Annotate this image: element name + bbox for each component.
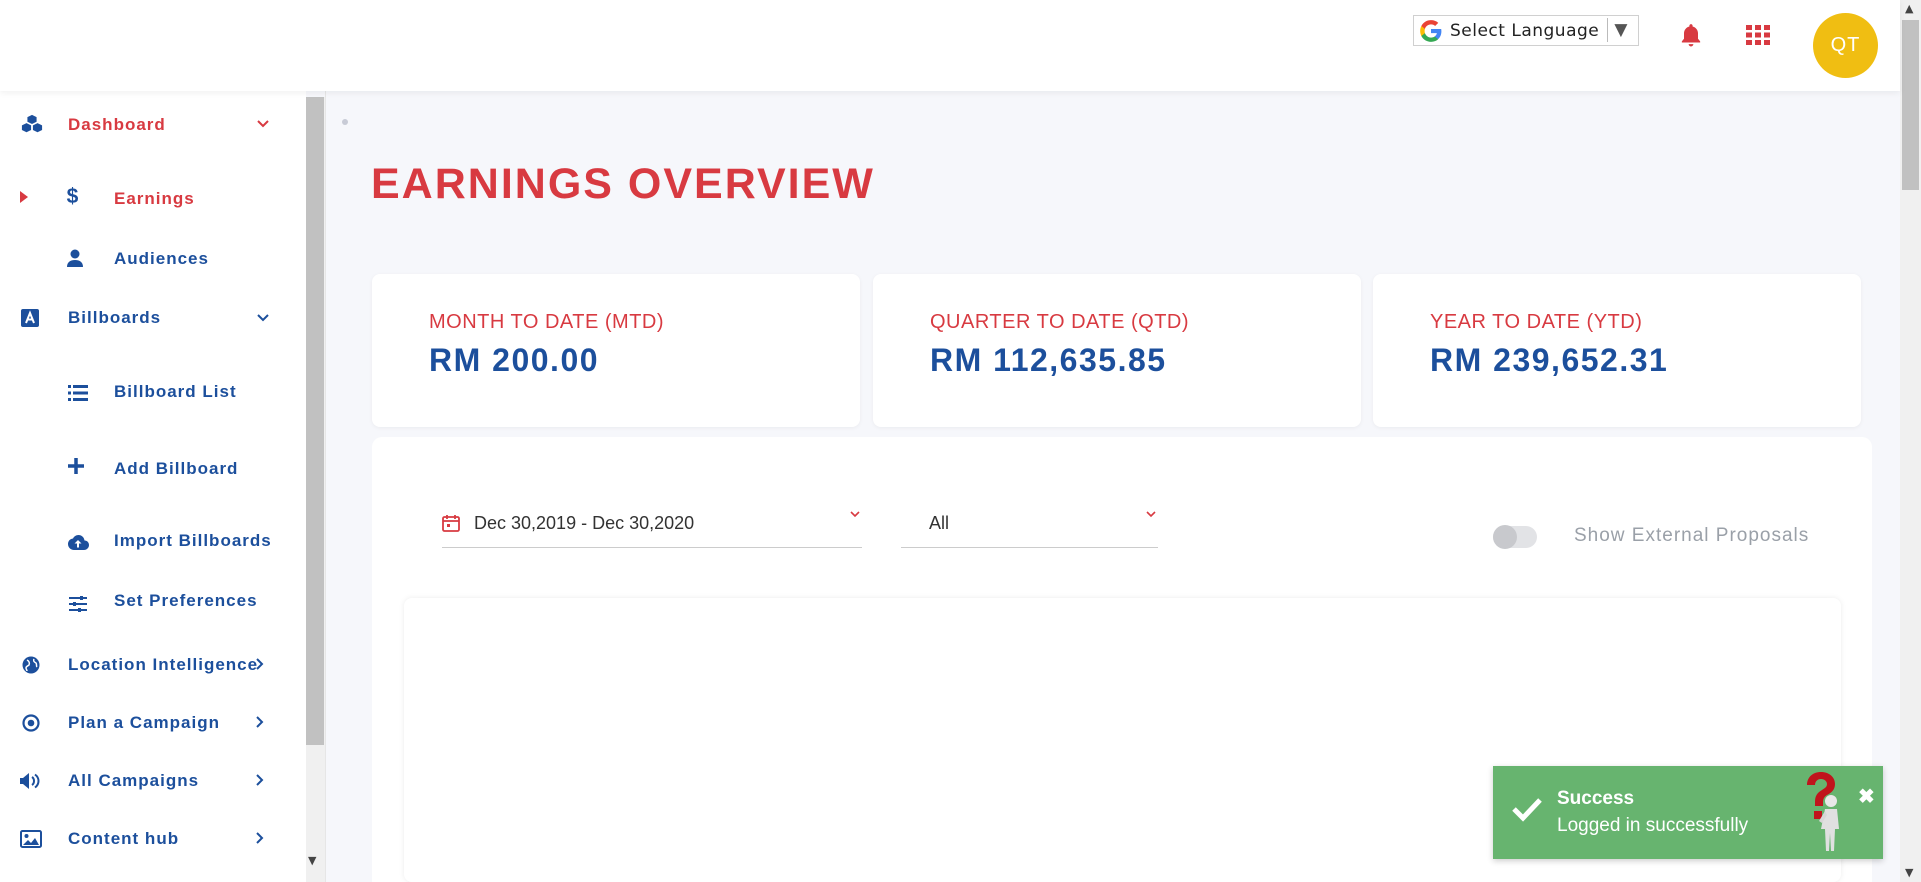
date-range-picker[interactable]: Dec 30,2019 - Dec 30,2020 <box>442 503 862 548</box>
bell-icon[interactable] <box>1678 22 1704 50</box>
plus-icon <box>65 455 87 477</box>
sidebar-item-label: Audiences <box>114 249 209 268</box>
toast-close-icon[interactable]: ✖ <box>1858 784 1875 809</box>
sidebar-scroll-down-arrow[interactable]: ▼ <box>308 854 316 867</box>
globe-icon <box>20 654 42 676</box>
sidebar-item-label: Earnings <box>114 189 195 208</box>
date-range-value: Dec 30,2019 - Dec 30,2020 <box>474 513 695 533</box>
question-figure-icon <box>1807 772 1839 851</box>
chevron-down-icon[interactable] <box>1146 511 1156 518</box>
cloud-upload-icon <box>67 531 89 553</box>
card-title: MONTH TO DATE (MTD) <box>429 311 665 333</box>
sidebar-item-label: Billboards <box>68 308 162 327</box>
chevron-right-icon[interactable] <box>256 832 264 844</box>
google-icon <box>1420 19 1442 42</box>
breadcrumb-dot <box>342 119 348 125</box>
sidebar-item-label: Content hub <box>68 829 180 848</box>
top-bar: Select Language ▼ QT <box>0 0 1900 91</box>
sidebar-scrollbar-thumb[interactable] <box>306 97 324 745</box>
check-icon <box>1512 798 1542 822</box>
toast-title: Success <box>1557 788 1635 809</box>
page-title: EARNINGS OVERVIEW <box>371 160 875 208</box>
avatar[interactable]: QT <box>1813 13 1878 78</box>
page-scrollbar-thumb[interactable] <box>1902 20 1919 190</box>
card-title: QUARTER TO DATE (QTD) <box>930 311 1190 333</box>
toggle-knob <box>1493 525 1517 549</box>
chevron-right-icon[interactable] <box>256 658 264 670</box>
sidebar-item-label: Billboard List <box>114 382 237 401</box>
billboard-a-icon <box>19 307 41 329</box>
target-icon <box>20 712 42 734</box>
sidebar-item-label: Location Intelligence <box>68 655 259 674</box>
dollar-icon: $ <box>66 185 80 208</box>
card-title: YEAR TO DATE (YTD) <box>1430 311 1643 333</box>
qtd-card: QUARTER TO DATE (QTD) RM 112,635.85 <box>873 274 1361 427</box>
sidebar-item-label: All Campaigns <box>68 771 200 790</box>
sidebar-item-label: Set Preferences <box>114 591 258 610</box>
calendar-icon <box>442 515 460 532</box>
cubes-icon <box>21 113 43 135</box>
chevron-down-icon[interactable] <box>257 314 269 322</box>
card-value: RM 200.00 <box>429 342 600 378</box>
list-icon <box>67 382 89 404</box>
sidebar-item-label: Dashboard <box>68 115 166 134</box>
mtd-card: MONTH TO DATE (MTD) RM 200.00 <box>372 274 860 427</box>
sidebar-item-label: Plan a Campaign <box>68 713 220 732</box>
sidebar-divider <box>325 91 326 882</box>
filter-select[interactable]: All <box>901 503 1158 548</box>
chevron-right-icon[interactable] <box>256 716 264 728</box>
image-icon <box>20 828 42 850</box>
language-dropdown-arrow[interactable]: ▼ <box>1607 18 1628 42</box>
language-selector[interactable]: Select Language ▼ <box>1413 15 1639 46</box>
card-value: RM 112,635.85 <box>930 342 1167 378</box>
user-icon <box>64 247 86 269</box>
external-proposals-label: Show External Proposals <box>1574 525 1810 546</box>
page-scroll-up-arrow[interactable]: ▲ <box>1905 2 1913 15</box>
caret-right-icon <box>20 191 28 203</box>
apps-grid-icon[interactable] <box>1746 25 1770 45</box>
sidebar-item-label: Add Billboard <box>114 459 239 478</box>
chevron-down-icon[interactable] <box>850 511 860 518</box>
chevron-down-icon[interactable] <box>257 120 269 128</box>
card-value: RM 239,652.31 <box>1430 342 1669 378</box>
filter-select-value: All <box>929 513 950 533</box>
toast-message: Logged in successfully <box>1557 815 1749 836</box>
page-scroll-down-arrow[interactable]: ▼ <box>1905 866 1913 879</box>
megaphone-icon <box>19 770 41 792</box>
sidebar-item-label: Import Billboards <box>114 531 272 550</box>
chevron-right-icon[interactable] <box>256 774 264 786</box>
ytd-card: YEAR TO DATE (YTD) RM 239,652.31 <box>1373 274 1861 427</box>
success-toast: Success Logged in successfully ✖ <box>1493 766 1883 859</box>
sidebar <box>0 91 306 882</box>
language-label: Select Language <box>1450 20 1600 41</box>
external-proposals-toggle[interactable] <box>1493 525 1537 549</box>
sliders-icon <box>67 593 89 615</box>
